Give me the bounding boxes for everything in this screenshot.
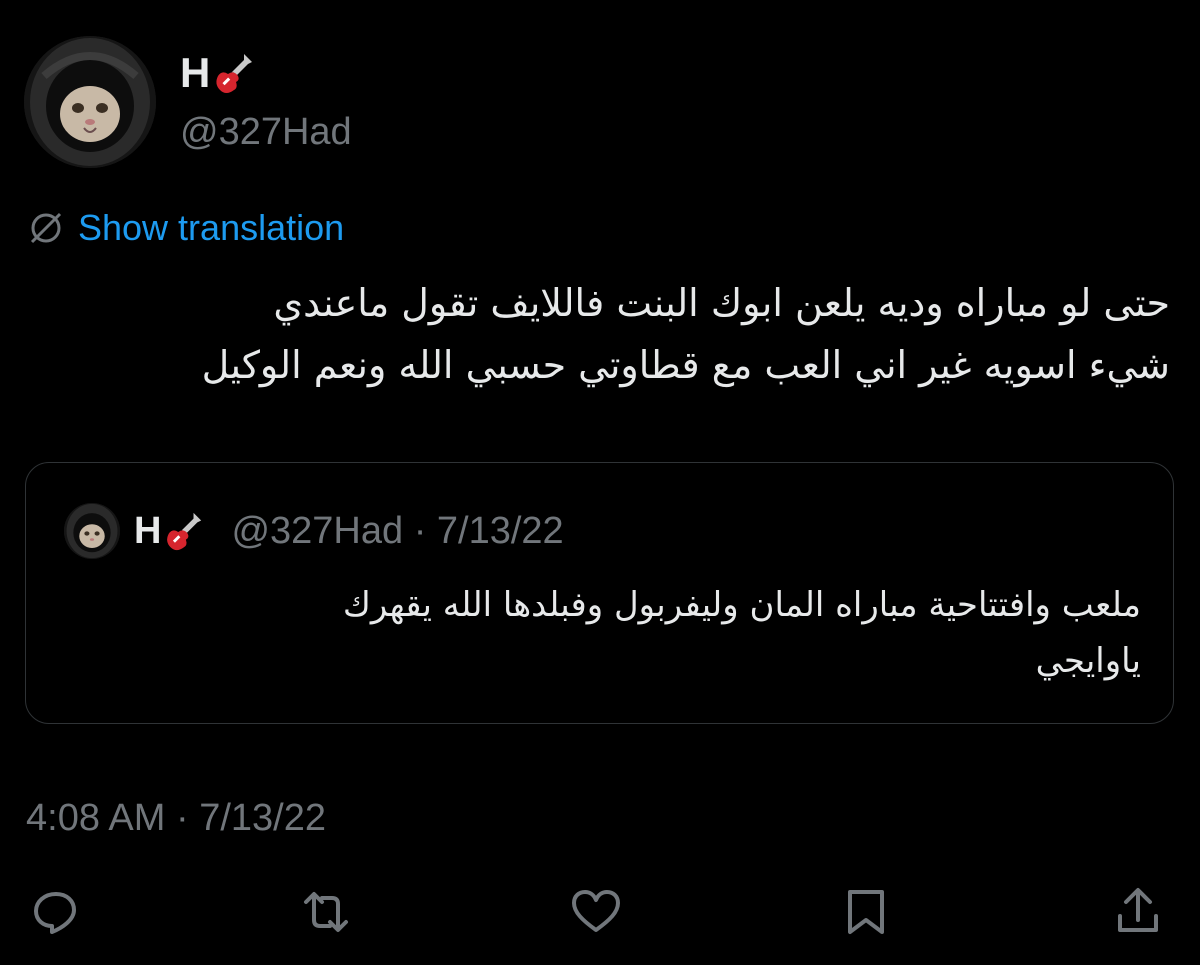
author-handle[interactable]: @327Had bbox=[180, 110, 352, 154]
tweet-text-line: شيء اسويه غير اني العب مع قطاوتي حسبي ال… bbox=[201, 343, 1170, 387]
guitar-icon bbox=[167, 512, 202, 551]
share-button[interactable] bbox=[1110, 884, 1166, 940]
show-translation-link[interactable]: Show translation bbox=[78, 206, 344, 250]
reply-button[interactable] bbox=[28, 884, 84, 940]
retweet-icon bbox=[304, 892, 348, 932]
quoted-text-line: ياوايجي bbox=[1035, 641, 1141, 681]
cat-avatar-image bbox=[64, 503, 120, 559]
quoted-author-avatar bbox=[64, 503, 120, 559]
translation-row[interactable]: Show translation bbox=[26, 206, 344, 250]
action-bar bbox=[0, 880, 1200, 944]
cat-avatar-image bbox=[24, 36, 156, 168]
tweet-text: حتى لو مباراه وديه يلعن ابوك البنت فاللا… bbox=[30, 272, 1170, 396]
retweet-button[interactable] bbox=[298, 884, 354, 940]
share-icon bbox=[1118, 888, 1158, 932]
like-button[interactable] bbox=[568, 884, 624, 940]
tweet-text-line: حتى لو مباراه وديه يلعن ابوك البنت فاللا… bbox=[273, 281, 1170, 325]
heart-icon bbox=[572, 890, 620, 932]
tweet-page: H @327Had Show translation حتى لو مباراه… bbox=[0, 0, 1200, 965]
bookmark-button[interactable] bbox=[838, 884, 894, 940]
quoted-handle-date: @327Had · 7/13/22 bbox=[231, 509, 564, 552]
author-avatar[interactable] bbox=[24, 36, 156, 168]
author-info: H @327Had bbox=[180, 50, 352, 154]
reply-icon bbox=[34, 892, 76, 934]
globe-icon bbox=[30, 212, 62, 244]
quoted-text: ملعب وافتتاحية مباراه المان وليفربول وفب… bbox=[61, 577, 1141, 689]
guitar-icon bbox=[216, 54, 253, 93]
quoted-text-line: ملعب وافتتاحية مباراه المان وليفربول وفب… bbox=[342, 585, 1141, 625]
bookmark-icon bbox=[848, 890, 884, 934]
author-display-name[interactable]: H bbox=[180, 50, 210, 96]
quoted-display-name: H bbox=[134, 509, 162, 552]
quoted-tweet[interactable]: H @327Had · 7/13/22 ملعب وافتتاحية مبارا… bbox=[25, 462, 1174, 724]
quoted-header: H @327Had · 7/13/22 bbox=[134, 507, 564, 555]
tweet-timestamp[interactable]: 4:08 AM · 7/13/22 bbox=[26, 796, 326, 840]
author-name-row[interactable]: H bbox=[180, 50, 352, 96]
